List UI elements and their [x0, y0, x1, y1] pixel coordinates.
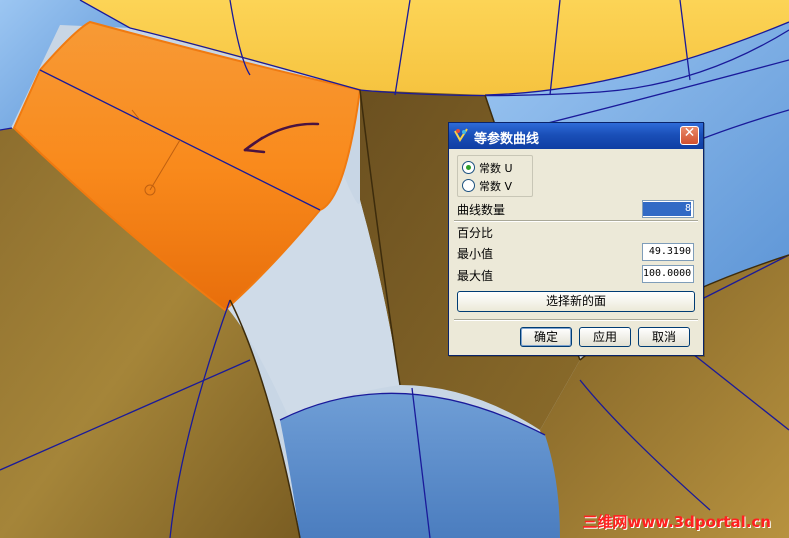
min-value-field[interactable]: 49.3190 — [642, 243, 694, 261]
app-icon — [454, 128, 468, 142]
curve-count-field[interactable]: 8 — [642, 200, 694, 218]
close-icon: ✕ — [683, 125, 696, 141]
cancel-button[interactable]: 取消 — [638, 327, 690, 347]
apply-button[interactable]: 应用 — [579, 327, 631, 347]
min-value-label: 最小值 — [457, 247, 494, 261]
max-value-label: 最大值 — [457, 269, 494, 283]
ok-button[interactable]: 确定 — [520, 327, 572, 347]
max-value-field[interactable]: 100.0000 — [642, 265, 694, 283]
radio-button-u[interactable] — [462, 161, 475, 174]
mode-radio-group: 常数 U 常数 V — [457, 155, 533, 197]
radio-button-v[interactable] — [462, 179, 475, 192]
percent-label: 百分比 — [457, 226, 494, 240]
isoparametric-curve-dialog: 等参数曲线 ✕ 常数 U 常数 V 曲线数量 8 百分比 最小值 49.3190… — [448, 122, 704, 356]
dialog-title: 等参数曲线 — [474, 132, 540, 147]
close-button[interactable]: ✕ — [680, 125, 699, 145]
radio-label-u: 常数 U — [479, 162, 513, 175]
radio-label-v: 常数 V — [479, 180, 513, 193]
curve-count-value: 8 — [643, 202, 692, 216]
watermark: 三维网www.3dportal.cn — [582, 513, 771, 531]
dialog-titlebar[interactable]: 等参数曲线 ✕ — [449, 123, 703, 149]
radio-dot-icon — [466, 165, 471, 170]
separator — [454, 319, 698, 321]
select-new-face-button[interactable]: 选择新的面 — [457, 291, 695, 312]
separator — [454, 220, 698, 222]
curve-count-label: 曲线数量 — [457, 203, 506, 217]
